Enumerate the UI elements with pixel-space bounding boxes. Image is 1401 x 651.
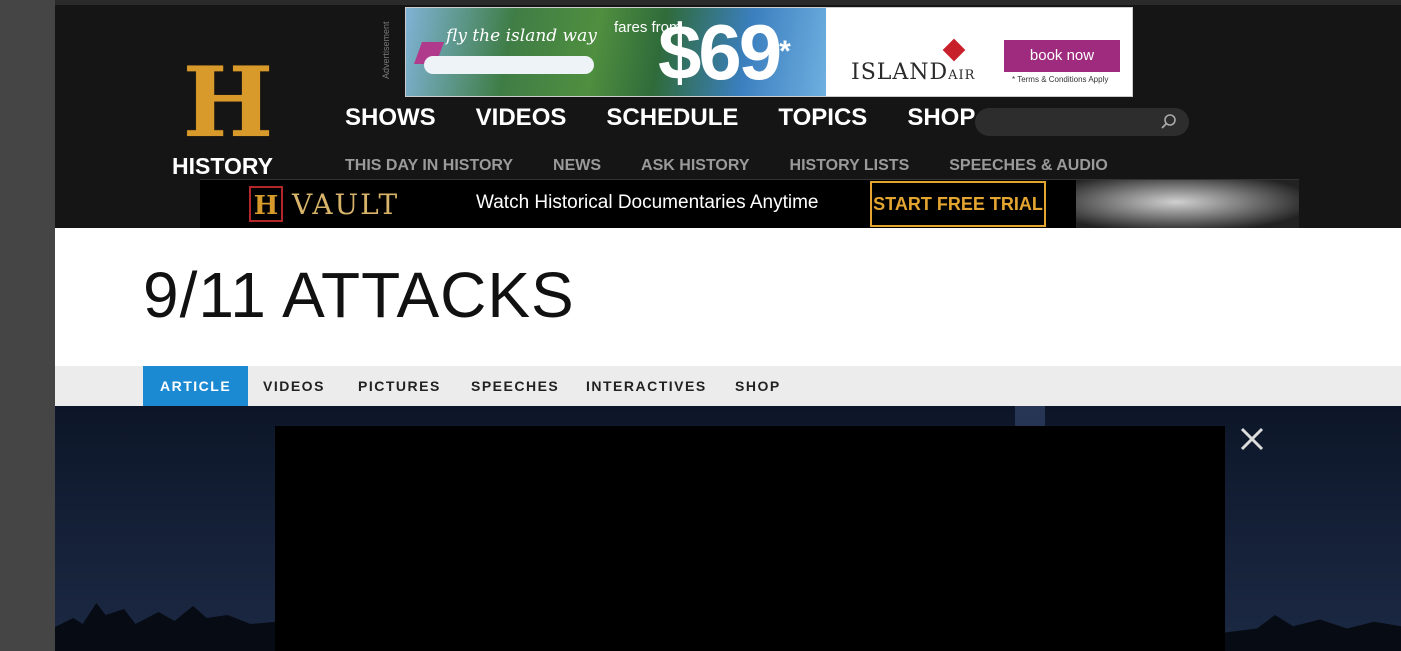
- ad-photo: fly the island way fares from $69*: [406, 8, 826, 96]
- ad-price-asterisk: *: [779, 35, 791, 68]
- nav-schedule[interactable]: SCHEDULE: [606, 104, 738, 132]
- subnav-news[interactable]: NEWS: [553, 157, 601, 175]
- bird-logo-icon: [942, 38, 966, 62]
- sub-nav: THIS DAY IN HISTORY NEWS ASK HISTORY HIS…: [345, 157, 1148, 175]
- vault-promo-photo: [1076, 180, 1299, 229]
- page-title: 9/11 ATTACKS: [143, 259, 575, 331]
- main-nav: SHOWS VIDEOS SCHEDULE TOPICS SHOP: [345, 104, 1015, 132]
- tab-pictures[interactable]: PICTURES: [358, 366, 441, 406]
- history-h-icon: H: [182, 46, 274, 159]
- ad-price: $69*: [658, 8, 791, 96]
- subnav-history-lists[interactable]: HISTORY LISTS: [790, 157, 910, 175]
- tab-videos[interactable]: VIDEOS: [263, 366, 325, 406]
- ad-book-now-button[interactable]: book now: [1004, 40, 1120, 72]
- topic-tabs: ARTICLE VIDEOS PICTURES SPEECHES INTERAC…: [55, 366, 1401, 406]
- city-skyline-left: [55, 603, 285, 651]
- subnav-this-day-in-history[interactable]: THIS DAY IN HISTORY: [345, 157, 513, 175]
- search-box: [975, 108, 1189, 136]
- ad-terms: * Terms & Conditions Apply: [1012, 75, 1109, 84]
- search-icon[interactable]: [1159, 112, 1179, 132]
- subnav-ask-history[interactable]: ASK HISTORY: [641, 157, 749, 175]
- title-area: 9/11 ATTACKS: [55, 228, 1401, 366]
- nav-topics[interactable]: TOPICS: [778, 104, 867, 132]
- nav-shop[interactable]: SHOP: [907, 104, 975, 132]
- close-icon[interactable]: [1237, 424, 1267, 454]
- browser-left-gutter: [0, 0, 55, 651]
- vault-tagline: Watch Historical Documentaries Anytime: [476, 192, 819, 213]
- ad-brand-name: ISLAND: [851, 60, 949, 85]
- vault-logo-word: VAULT: [292, 188, 400, 221]
- ad-label: Advertisement: [381, 21, 391, 79]
- video-player[interactable]: [275, 426, 1225, 651]
- logo-text: HISTORY: [172, 153, 273, 179]
- tab-speeches[interactable]: SPEECHES: [471, 366, 559, 406]
- ad-banner[interactable]: fly the island way fares from $69* ISLAN…: [405, 7, 1133, 97]
- vault-promo-bar[interactable]: H VAULT Watch Historical Documentaries A…: [200, 179, 1299, 229]
- history-logo[interactable]: H HISTORY: [170, 55, 290, 180]
- city-skyline-right: [1221, 615, 1401, 651]
- ad-brand: ISLANDAIR: [851, 60, 975, 85]
- ad-tagline: fly the island way: [446, 26, 597, 46]
- ad-price-value: $69: [658, 8, 782, 96]
- hero-media-area: [55, 406, 1401, 651]
- tab-shop[interactable]: SHOP: [735, 366, 781, 406]
- ad-brand-suffix: AIR: [948, 68, 976, 83]
- start-free-trial-button[interactable]: START FREE TRIAL: [870, 181, 1046, 227]
- vault-h-icon: H: [249, 186, 283, 222]
- search-input[interactable]: [987, 112, 1151, 134]
- subnav-speeches-audio[interactable]: SPEECHES & AUDIO: [949, 157, 1108, 175]
- plane-icon: [424, 56, 594, 74]
- nav-videos[interactable]: VIDEOS: [476, 104, 567, 132]
- nav-shows[interactable]: SHOWS: [345, 104, 436, 132]
- tab-article[interactable]: ARTICLE: [143, 366, 249, 406]
- tab-interactives[interactable]: INTERACTIVES: [586, 366, 707, 406]
